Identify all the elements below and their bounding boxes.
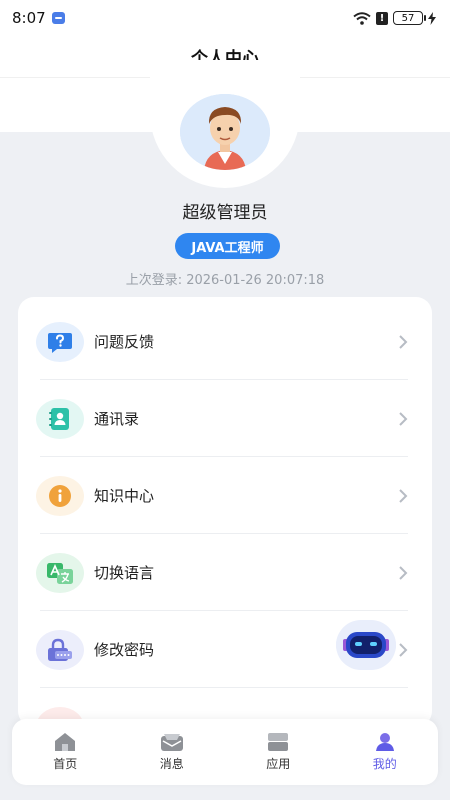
chevron-right-icon [399, 411, 408, 426]
menu-item-knowledge[interactable]: 知识中心 [18, 457, 432, 534]
chevron-right-icon [399, 488, 408, 503]
tab-label: 应用 [266, 757, 291, 771]
last-login-time: 上次登录: 2026-01-26 20:07:18 [125, 273, 325, 288]
question-icon [36, 321, 84, 362]
profile-icon [375, 733, 394, 751]
home-icon [55, 733, 76, 751]
chevron-right-icon [399, 334, 408, 349]
wifi-icon [353, 11, 371, 25]
role-badge: JAVA工程师 [175, 233, 280, 259]
menu-item-contacts[interactable]: 通讯录 [18, 380, 432, 457]
chevron-right-icon [399, 642, 408, 657]
translate-icon [36, 552, 84, 593]
status-bar: 8:07 ! 57 [0, 0, 450, 36]
avatar[interactable] [180, 94, 270, 170]
tab-messages[interactable]: 消息 [119, 719, 226, 785]
menu-item-label: 通讯录 [94, 410, 140, 428]
contacts-icon [36, 398, 84, 439]
robot-icon [336, 620, 396, 670]
tab-profile[interactable]: 我的 [332, 719, 439, 785]
message-icon [160, 734, 183, 751]
menu-item-label: 修改密码 [94, 641, 155, 659]
info-icon [36, 475, 84, 516]
tab-apps[interactable]: 应用 [225, 719, 332, 785]
status-time: 8:07 [12, 9, 46, 27]
menu-item-feedback[interactable]: 问题反馈 [18, 303, 432, 380]
chevron-right-icon [399, 565, 408, 580]
avatar-illustration [180, 94, 270, 170]
battery-indicator: 57 [393, 11, 426, 25]
tab-label: 消息 [159, 757, 184, 771]
tab-label: 首页 [53, 757, 78, 771]
menu-item-label: 问题反馈 [94, 333, 155, 351]
user-name: 超级管理员 [182, 203, 268, 223]
tab-home[interactable]: 首页 [12, 719, 119, 785]
lock-icon [36, 629, 84, 670]
bottom-tab-bar: 首页 消息 应用 我的 [12, 719, 438, 785]
menu-item-label: 切换语言 [94, 564, 155, 582]
notification-icon [51, 12, 65, 24]
assistant-robot-button[interactable] [336, 620, 396, 670]
apps-icon [268, 733, 289, 751]
menu-item-language[interactable]: 切换语言 [18, 534, 432, 611]
tab-label: 我的 [372, 757, 397, 771]
charging-icon [428, 11, 436, 25]
alert-icon: ! [376, 11, 388, 25]
menu-item-label: 知识中心 [94, 487, 155, 505]
